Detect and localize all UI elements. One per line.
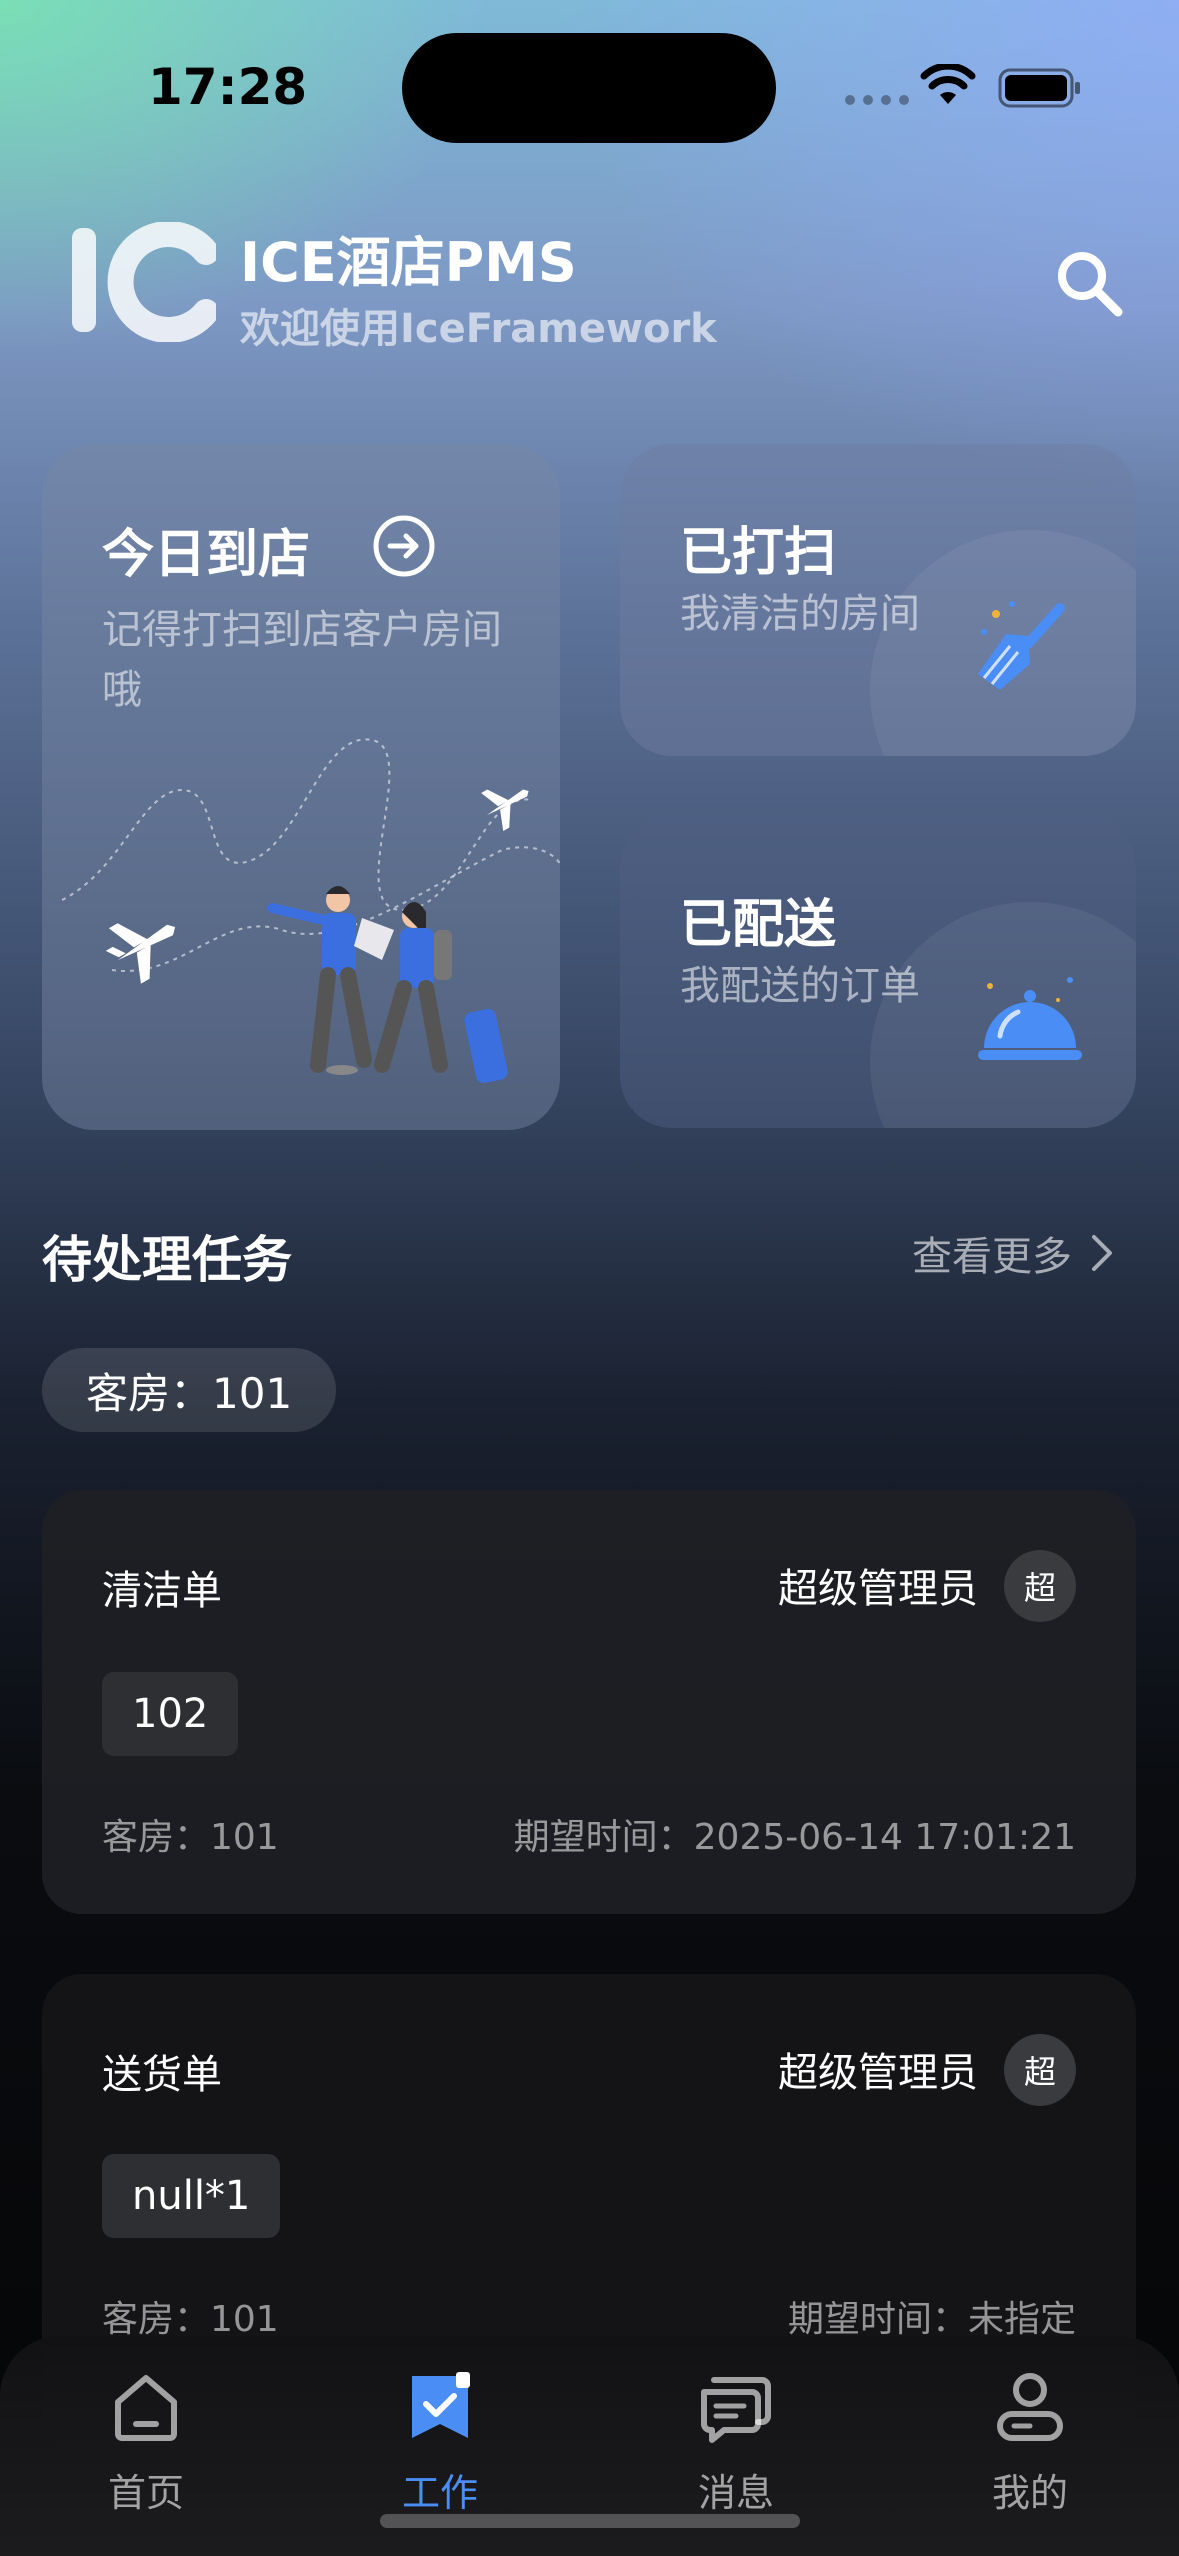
task-card[interactable]: 清洁单 超级管理员 超 102 客房：101 期望时间：2025-06-14 1… (42, 1490, 1136, 1914)
message-icon (701, 2377, 771, 2443)
arrow-right-circle-icon[interactable] (372, 514, 436, 578)
room-filter-chip[interactable]: 客房：101 (42, 1348, 337, 1432)
wifi-icon (920, 64, 976, 104)
task-type: 送货单 (102, 2052, 222, 2098)
checkin-subtitle: 记得打扫到店客户房间哦 (102, 607, 502, 713)
task-assignee: 超级管理员 (778, 2050, 978, 2096)
battery-icon (998, 68, 1080, 108)
delivered-subtitle: 我配送的订单 (680, 963, 920, 1009)
task-expected-time: 期望时间：未指定 (787, 2299, 1076, 2340)
home-icon (115, 2375, 177, 2441)
task-tag: 102 (102, 1672, 239, 1756)
avatar: 超 (1004, 2034, 1076, 2106)
tab-messages[interactable]: 消息 (636, 2366, 836, 2517)
status-bar: 17:28 (0, 0, 1179, 160)
pending-tasks-title: 待处理任务 (42, 1231, 292, 1289)
signal-icon (845, 95, 909, 105)
cleaned-subtitle: 我清洁的房间 (680, 591, 920, 637)
tab-home[interactable]: 首页 (46, 2366, 246, 2517)
cleaned-title: 已打扫 (680, 523, 837, 583)
search-icon[interactable] (1052, 246, 1126, 320)
task-tag: null*1 (102, 2154, 281, 2238)
service-bell-icon (978, 977, 1082, 1060)
home-indicator[interactable] (380, 2514, 800, 2528)
profile-icon (997, 2373, 1063, 2441)
view-more-label: 查看更多 (912, 1234, 1072, 1280)
work-icon (412, 2372, 470, 2438)
delivered-title: 已配送 (680, 895, 837, 955)
cleaned-card[interactable]: 已打扫 我清洁的房间 (620, 444, 1136, 756)
status-time: 17:28 (148, 58, 308, 116)
app-title: ICE酒店PMS (240, 231, 577, 294)
tab-profile[interactable]: 我的 (930, 2366, 1130, 2517)
tab-label: 首页 (107, 2471, 184, 2515)
task-room: 客房：101 (102, 1817, 279, 1858)
dynamic-island (402, 33, 776, 143)
delivered-card[interactable]: 已配送 我配送的订单 (620, 816, 1136, 1128)
view-more-link[interactable]: 查看更多 (912, 1224, 1114, 1282)
task-assignee: 超级管理员 (778, 1566, 978, 1612)
tab-label: 工作 (401, 2471, 478, 2515)
avatar: 超 (1004, 1550, 1076, 1622)
app-subtitle: 欢迎使用IceFramework (240, 306, 717, 352)
task-type: 清洁单 (102, 1568, 222, 1614)
app-logo (72, 222, 216, 342)
task-room: 客房：101 (102, 2299, 279, 2340)
chevron-right-icon (1092, 1235, 1112, 1271)
task-expected-time: 期望时间：2025-06-14 17:01:21 (513, 1817, 1076, 1858)
broom-icon (978, 601, 1065, 690)
tab-label: 我的 (991, 2471, 1068, 2515)
tab-label: 消息 (697, 2471, 774, 2515)
checkin-title: 今日到店 (102, 525, 311, 585)
checkin-card[interactable]: 今日到店 记得打扫到店客户房间哦 (42, 444, 560, 1130)
tab-work[interactable]: 工作 (340, 2366, 540, 2517)
travelers-illustration (61, 738, 560, 1084)
